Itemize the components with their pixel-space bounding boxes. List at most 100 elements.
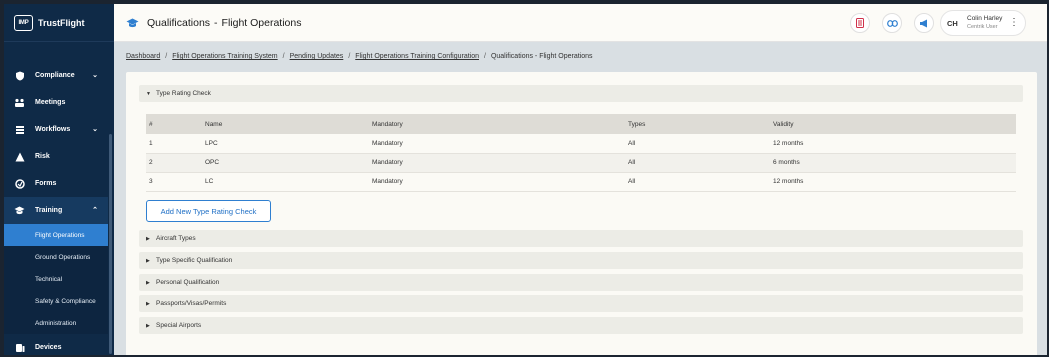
meetings-icon xyxy=(14,97,25,108)
sidebar-item-meetings[interactable]: Meetings xyxy=(4,89,108,116)
breadcrumb-pending-updates[interactable]: Pending Updates xyxy=(290,53,344,60)
graduation-cap-icon xyxy=(14,205,25,216)
sidebar-item-risk[interactable]: Risk xyxy=(4,143,108,170)
avatar: CH xyxy=(947,18,958,28)
sidebar-item-label: Meetings xyxy=(35,99,66,106)
cell-number: 2 xyxy=(149,159,153,166)
document-button[interactable] xyxy=(850,13,870,33)
sidebar-subitem-technical[interactable]: Technical xyxy=(4,268,108,290)
cell-mandatory: Mandatory xyxy=(372,139,403,147)
breadcrumb-training-system[interactable]: Flight Operations Training System xyxy=(172,53,277,60)
sidebar-item-label: Devices xyxy=(35,344,62,351)
cell-mandatory: Mandatory xyxy=(372,178,403,185)
caret-down-icon: ▼ xyxy=(146,90,151,97)
forms-icon xyxy=(14,178,25,189)
sidebar-subitem-ground-operations[interactable]: Ground Operations xyxy=(4,246,108,268)
section-label: Special Airports xyxy=(156,322,202,329)
sidebar: IMP TrustFlight Compliance ⌄ Meetings Wo… xyxy=(4,4,114,355)
section-label: Passports/Visas/Permits xyxy=(156,300,227,307)
cell-mandatory: Mandatory xyxy=(372,159,403,166)
breadcrumb-separator: / xyxy=(348,53,351,60)
sidebar-nav: Compliance ⌄ Meetings Workflows ⌄ Risk F… xyxy=(4,62,108,355)
sidebar-item-devices[interactable]: Devices xyxy=(4,334,108,355)
caret-right-icon: ▶ xyxy=(146,300,150,307)
col-header-name: Name xyxy=(205,120,223,128)
breadcrumb-separator: / xyxy=(165,53,168,60)
page-title: Qualifications - Flight Operations xyxy=(147,17,302,29)
devices-icon xyxy=(14,342,25,353)
breadcrumb: Dashboard / Flight Operations Training S… xyxy=(126,53,593,60)
sidebar-item-workflows[interactable]: Workflows ⌄ xyxy=(4,116,108,143)
sidebar-item-compliance[interactable]: Compliance ⌄ xyxy=(4,62,108,89)
cell-types: All xyxy=(628,159,636,166)
sidebar-scrollbar[interactable] xyxy=(109,134,112,354)
app-window: IMP TrustFlight Compliance ⌄ Meetings Wo… xyxy=(0,0,1049,357)
announcement-button[interactable] xyxy=(914,13,934,33)
cell-name: OPC xyxy=(205,159,220,166)
breadcrumb-current: Qualifications - Flight Operations xyxy=(490,53,593,60)
document-icon xyxy=(856,18,864,28)
section-passports-visas-permits[interactable]: ▶ Passports/Visas/Permits xyxy=(139,295,1023,312)
type-rating-table: # Name Mandatory Types Validity 1 LPC Ma… xyxy=(146,114,1016,192)
section-label: Type Rating Check xyxy=(156,90,211,97)
sidebar-item-forms[interactable]: Forms xyxy=(4,170,108,197)
sidebar-item-label: Risk xyxy=(35,153,50,160)
more-vertical-icon[interactable]: ⋮ xyxy=(1009,17,1019,28)
section-type-specific-qualification[interactable]: ▶ Type Specific Qualification xyxy=(139,252,1023,269)
section-label: Aircraft Types xyxy=(156,235,196,242)
sidebar-item-label: Workflows xyxy=(35,126,71,133)
sidebar-item-label: Training xyxy=(35,207,63,214)
megaphone-icon xyxy=(920,19,927,27)
section-type-rating-check[interactable]: ▼ Type Rating Check xyxy=(139,85,1023,102)
col-header-validity: Validity xyxy=(773,120,794,128)
col-header-types: Types xyxy=(628,120,646,128)
table-row[interactable]: 3 LC Mandatory All 12 months xyxy=(146,172,1016,191)
table-row[interactable]: 2 OPC Mandatory All 6 months xyxy=(146,153,1016,172)
cell-types: All xyxy=(628,178,636,185)
sidebar-item-label: Forms xyxy=(35,180,57,187)
cell-validity: 6 months xyxy=(773,159,800,166)
breadcrumb-separator: / xyxy=(282,53,285,60)
graduation-cap-icon xyxy=(126,18,139,28)
table-row[interactable]: 1 LPC Mandatory All 12 months xyxy=(146,134,1016,153)
cell-number: 1 xyxy=(149,139,153,147)
workflow-icon xyxy=(14,124,25,135)
sidebar-subitem-safety-compliance[interactable]: Safety & Compliance xyxy=(4,290,108,312)
section-special-airports[interactable]: ▶ Special Airports xyxy=(139,317,1023,334)
user-menu[interactable]: CH Colin Harley Centrik User ⋮ xyxy=(940,10,1026,36)
caret-right-icon: ▶ xyxy=(146,322,150,329)
section-aircraft-types[interactable]: ▶ Aircraft Types xyxy=(139,230,1023,247)
brand-logo: IMP xyxy=(14,14,33,31)
section-label: Personal Qualification xyxy=(156,279,220,286)
breadcrumb-separator: / xyxy=(484,53,486,60)
link-icon xyxy=(886,19,898,27)
sidebar-subitem-flight-operations[interactable]: Flight Operations xyxy=(4,224,108,246)
section-personal-qualification[interactable]: ▶ Personal Qualification xyxy=(139,274,1023,291)
brand[interactable]: IMP TrustFlight xyxy=(4,4,114,42)
user-role: Centrik User xyxy=(967,24,998,30)
col-header-mandatory: Mandatory xyxy=(372,120,403,128)
caret-right-icon: ▶ xyxy=(146,279,150,286)
sidebar-item-label: Compliance xyxy=(35,72,75,79)
user-name: Colin Harley xyxy=(967,15,1003,22)
cell-validity: 12 months xyxy=(773,139,804,147)
shield-icon xyxy=(14,70,25,81)
table-header-row: # Name Mandatory Types Validity xyxy=(146,114,1016,134)
add-type-rating-check-button[interactable]: Add New Type Rating Check xyxy=(146,200,271,222)
cell-validity: 12 months xyxy=(773,178,804,185)
cell-number: 3 xyxy=(149,178,153,185)
caret-right-icon: ▶ xyxy=(146,235,150,242)
chevron-down-icon: ⌄ xyxy=(92,72,98,79)
breadcrumb-training-configuration[interactable]: Flight Operations Training Configuration xyxy=(355,53,479,60)
sidebar-item-training[interactable]: Training ⌃ xyxy=(4,197,108,224)
chevron-down-icon: ⌄ xyxy=(92,126,98,133)
breadcrumb-dashboard[interactable]: Dashboard xyxy=(126,53,160,60)
section-label: Type Specific Qualification xyxy=(156,257,233,264)
chevron-up-icon: ⌃ xyxy=(92,207,98,214)
link-button[interactable] xyxy=(882,13,902,33)
cell-types: All xyxy=(628,139,636,147)
title-separator: - xyxy=(214,16,218,29)
qualifications-card: ▼ Type Rating Check # Name Mandatory Typ… xyxy=(126,72,1037,355)
training-subnav: Flight Operations Ground Operations Tech… xyxy=(4,224,108,334)
sidebar-subitem-administration[interactable]: Administration xyxy=(4,312,108,334)
